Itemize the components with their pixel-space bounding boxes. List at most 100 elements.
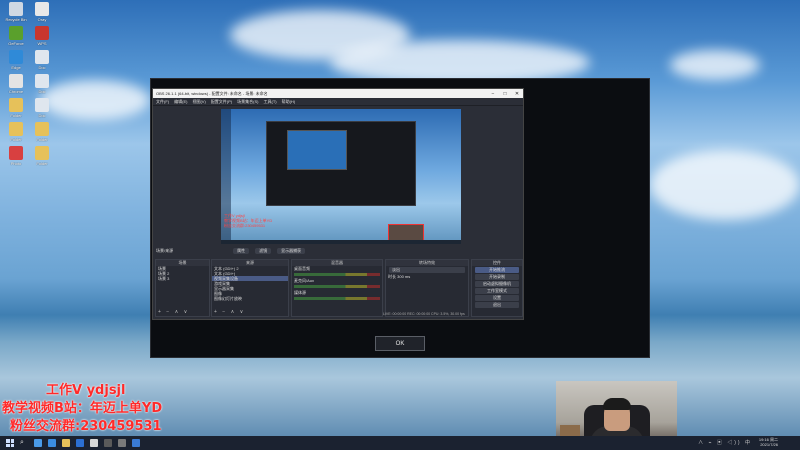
scene-transitions-dock: 转场特效 淡出 时长 300 ms [385, 259, 469, 317]
desktop-app-icon [9, 146, 23, 160]
preview-overlay-text: 工作V ydjsjl 教学视频B站：年迈上单YD 粉丝交流群:230459531 [224, 213, 272, 228]
start-recording-button[interactable]: 开始录制 [475, 274, 519, 280]
ok-button[interactable]: OK [375, 336, 425, 351]
desktop-app-icon [9, 26, 23, 40]
volume-meter[interactable] [294, 285, 380, 288]
preview-taskbar [221, 240, 461, 244]
system-tray-icons[interactable]: ∧ ⌁ ▣ ◁)) 中 [698, 439, 752, 446]
volume-meter[interactable] [294, 273, 380, 276]
obs-statusbar: LIVE: 00:00:00 REC: 00:00:00 CPU: 3.5%, … [383, 312, 465, 316]
obs-titlebar: OBS 26.1.1 (64-bit, windows) - 配置文件: 未命名… [153, 89, 523, 98]
desktop-icon-label: Folder [36, 161, 48, 166]
menu-file[interactable]: 文件(F) [156, 99, 169, 105]
desktop-icon-label: WPS [37, 41, 47, 46]
preview-nested-window [266, 121, 416, 206]
maximize-icon[interactable]: □ [499, 91, 511, 97]
task-view-icon[interactable] [34, 439, 42, 447]
desktop-icon-label: Doc [38, 89, 46, 94]
scenes-dock: 场景 场景 场景 2 场景 3 + − ∧ ∨ [155, 259, 210, 317]
desktop-app-icon [35, 74, 49, 88]
desktop-icon-label: Doc [38, 113, 46, 118]
mixer-channel-label: 桌面音频 [294, 266, 310, 271]
desktop-app-icon [35, 122, 49, 136]
clock-date: 2021/7/26 [760, 442, 778, 447]
chrome-icon[interactable] [90, 439, 98, 447]
duration-value: 300 ms [397, 274, 411, 279]
desktop-icon[interactable]: Photo [2, 146, 30, 176]
transition-select[interactable]: 淡出 [389, 267, 465, 273]
overlay-bilibili: 教学视频B站：年迈上单YD [2, 401, 163, 416]
duration-field[interactable]: 时长 300 ms [386, 274, 468, 279]
desktop-icon-label: Doc [38, 65, 46, 70]
desktop-icon-label: Folder [10, 137, 22, 142]
desktop-app-icon [9, 98, 23, 112]
source-item[interactable]: 图像幻灯片放映 [212, 296, 288, 301]
wallpaper-cloud [40, 80, 150, 120]
audio-mixer-dock: 混音器 桌面音频 麦克风/Aux 媒体源 [291, 259, 383, 317]
duration-label: 时长 [388, 274, 396, 279]
edge-icon[interactable] [48, 439, 56, 447]
app-taskbar-icon[interactable] [132, 439, 140, 447]
display-capture-button[interactable]: 显示器捕获 [277, 248, 306, 254]
desktop-app-icon [9, 74, 23, 88]
settings-button[interactable]: 设置 [475, 295, 519, 301]
windows-taskbar: ⌕ ∧ ⌁ ▣ ◁)) 中 19:16 周二 2021/7/26 [0, 436, 800, 450]
menu-view[interactable]: 视图(V) [192, 99, 205, 105]
desktop-app-icon [35, 26, 49, 40]
volume-meter[interactable] [294, 297, 380, 300]
app-taskbar-icon[interactable] [118, 439, 126, 447]
desktop-app-icon [35, 2, 49, 16]
studio-mode-button[interactable]: 工作室模式 [475, 288, 519, 294]
menu-help[interactable]: 帮助(H) [282, 99, 296, 105]
obs-taskbar-icon[interactable] [104, 439, 112, 447]
desktop-icon-label: Chrome [8, 89, 24, 94]
obs-window-title: OBS 26.1.1 (64-bit, windows) - 配置文件: 未命名… [156, 90, 268, 96]
webcam-person-hair [603, 398, 631, 410]
overlay-work-contact: 工作V ydjsjl [46, 383, 126, 398]
start-icon[interactable] [4, 437, 16, 449]
exit-button[interactable]: 退出 [475, 302, 519, 308]
desktop-icon-label: Photo [10, 161, 22, 166]
close-icon[interactable]: ✕ [511, 91, 523, 97]
source-toolbar-label: 场景/来源 [156, 248, 174, 253]
desktop-icon-label: Folder [36, 137, 48, 142]
mixer-channel-label: 麦克风/Aux [294, 278, 315, 283]
mixer-channel-label: 媒体源 [294, 290, 306, 295]
search-icon[interactable]: ⌕ [20, 437, 28, 449]
desktop-app-icon [9, 2, 23, 16]
desktop-icon-label: GeForce [8, 41, 24, 46]
start-streaming-button[interactable]: 开始推流 [475, 267, 519, 273]
filters-button[interactable]: 滤镜 [255, 248, 272, 254]
transitions-header: 转场特效 [386, 260, 468, 266]
controls-header: 控件 [472, 260, 522, 266]
preview-overlay-line: 粉丝交流群:230459531 [224, 223, 266, 228]
menu-profile[interactable]: 配置文件(P) [211, 99, 232, 105]
menu-tools[interactable]: 工具(T) [263, 99, 276, 105]
minimize-icon[interactable]: − [487, 91, 499, 97]
overlay-fan-group: 粉丝交流群:230459531 [10, 419, 162, 434]
menu-scene-collection[interactable]: 场景集合(S) [237, 99, 258, 105]
desktop-icon-label: Folder [10, 113, 22, 118]
desktop-app-icon [35, 50, 49, 64]
file-explorer-icon[interactable] [62, 439, 70, 447]
desktop-icon[interactable]: Folder [28, 146, 56, 176]
desktop-app-icon [9, 50, 23, 64]
obs-menubar: 文件(F) 编辑(E) 视图(V) 配置文件(P) 场景集合(S) 工具(T) … [153, 98, 523, 106]
scene-item[interactable]: 场景 3 [156, 276, 209, 281]
scenes-dock-toolbar[interactable]: + − ∧ ∨ [158, 309, 189, 315]
taskbar-clock[interactable]: 19:16 周二 2021/7/26 [759, 437, 778, 447]
source-toolbar: 场景/来源 属性 滤镜 显示器捕获 [153, 247, 525, 255]
properties-button[interactable]: 属性 [233, 248, 250, 254]
desktop-app-icon [35, 98, 49, 112]
desktop-icon-label: Oray [37, 17, 47, 22]
wallpaper-cloud [670, 50, 760, 80]
controls-dock: 控件 开始推流 开始录制 启动虚拟摄像机 工作室模式 设置 退出 [471, 259, 523, 317]
sources-dock-toolbar[interactable]: + − ∧ ∨ [214, 309, 245, 315]
virtual-camera-button[interactable]: 启动虚拟摄像机 [475, 281, 519, 287]
desktop-app-icon [35, 146, 49, 160]
menu-edit[interactable]: 编辑(E) [174, 99, 187, 105]
obs-preview-canvas[interactable]: 工作V ydjsjl 教学视频B站：年迈上单YD 粉丝交流群:230459531 [221, 109, 461, 244]
obs-window: OBS 26.1.1 (64-bit, windows) - 配置文件: 未命名… [152, 88, 524, 320]
store-icon[interactable] [76, 439, 84, 447]
desktop-app-icon [9, 122, 23, 136]
